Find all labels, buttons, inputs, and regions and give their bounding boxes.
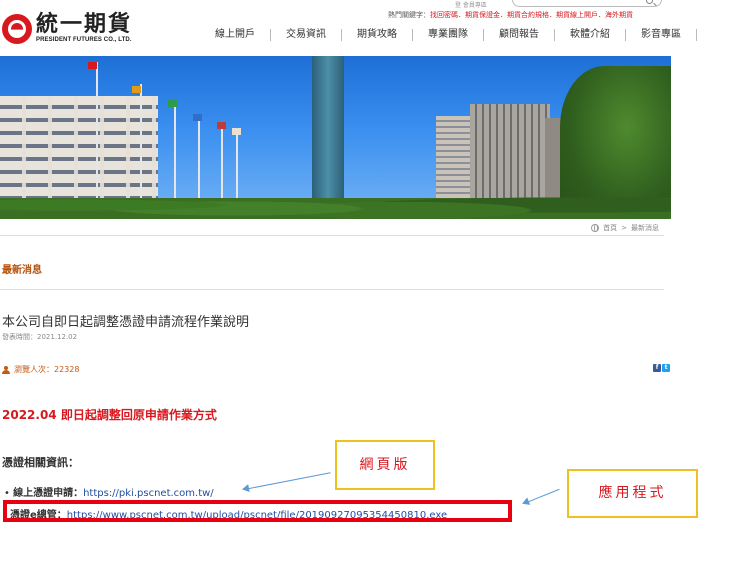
user-icon [2, 365, 10, 374]
post-date-value: 2021.12.02 [37, 333, 78, 341]
site-header: 統一期貨 PRESIDENT FUTURES CO., LTD. 登 會員專區 … [0, 0, 741, 56]
share-buttons: f t [653, 364, 670, 372]
main-nav: 線上開戶 交易資訊 期貨攻略 專業團隊 顧問報告 軟體介紹 影音專區 [200, 28, 697, 42]
hot-keywords-label: 熱門關鍵字： [388, 11, 430, 19]
nav-advisory-reports[interactable]: 顧問報告 [483, 29, 554, 41]
divider [0, 235, 664, 236]
arrow-to-web-link [244, 472, 331, 490]
flag-icon [132, 86, 141, 93]
banner-trees-bottom [0, 184, 671, 219]
logo-mark-icon [2, 14, 32, 44]
post-date: 發表時間：2021.12.02 [2, 332, 77, 342]
callout-web-version: 網頁版 [335, 440, 435, 490]
breadcrumb-home[interactable]: 首頁 [603, 223, 617, 233]
flag-icon [88, 62, 97, 69]
flag-icon [232, 128, 241, 135]
online-cert-label: 線上憑證申請： [13, 488, 84, 499]
breadcrumb-current: 最新消息 [631, 224, 659, 232]
site-logo[interactable]: 統一期貨 PRESIDENT FUTURES CO., LTD. [2, 12, 152, 48]
twitter-share-icon[interactable]: t [662, 364, 670, 372]
article-title: 本公司自即日起調整憑證申請流程作業說明 [2, 315, 250, 330]
online-cert-application: 線上憑證申請：https://pki.pscnet.com.tw/ [4, 484, 214, 499]
view-count-label: 瀏覽人次： [14, 365, 54, 374]
nav-online-account[interactable]: 線上開戶 [200, 29, 270, 41]
breadcrumb: 首頁 > 最新消息 [591, 223, 659, 233]
arrow-to-app-link [524, 488, 560, 504]
breadcrumb-separator: > [621, 224, 627, 232]
section-title: 最新消息 [2, 265, 42, 276]
flag-icon [217, 122, 226, 129]
nav-video-zone[interactable]: 影音專區 [625, 29, 696, 41]
view-count-value: 22328 [54, 365, 80, 374]
nav-software[interactable]: 軟體介紹 [554, 29, 625, 41]
nav-professional-team[interactable]: 專業團隊 [412, 29, 483, 41]
online-cert-link[interactable]: https://pki.pscnet.com.tw/ [83, 488, 214, 499]
facebook-share-icon[interactable]: f [653, 364, 661, 372]
highlight-frame [3, 500, 512, 522]
logo-chinese-name: 統一期貨 [36, 11, 133, 37]
member-links[interactable]: 登 會員專區 [455, 0, 487, 9]
search-icon[interactable] [646, 0, 653, 4]
flag-icon [193, 114, 202, 121]
nav-trading-info[interactable]: 交易資訊 [270, 29, 341, 41]
post-date-label: 發表時間： [2, 333, 37, 341]
divider [0, 289, 664, 290]
hero-banner-image [0, 56, 671, 219]
logo-english-name: PRESIDENT FUTURES CO., LTD. [36, 37, 132, 43]
nav-futures-guide[interactable]: 期貨攻略 [341, 29, 412, 41]
search-input[interactable] [512, 0, 662, 7]
flag-icon [168, 100, 177, 107]
view-count: 瀏覽人次： 22328 [2, 364, 79, 375]
nav-end-divider [696, 29, 697, 41]
cert-info-heading: 憑證相關資訊： [2, 456, 79, 469]
globe-icon [591, 224, 600, 232]
callout-application: 應用程式 [567, 469, 698, 518]
hot-keyword-links[interactable]: 找回密碼．期貨保證金．期貨合約規格．期貨線上開戶．海外期貨 [430, 11, 633, 19]
announcement-heading: 2022.04 即日起調整回原申請作業方式 [2, 408, 217, 422]
hot-keywords: 熱門關鍵字：找回密碼．期貨保證金．期貨合約規格．期貨線上開戶．海外期貨 [388, 10, 738, 20]
